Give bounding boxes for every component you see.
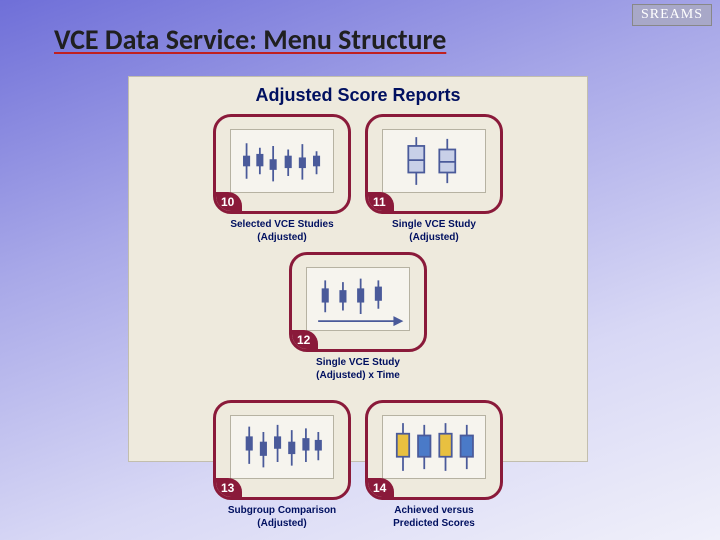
- brand-badge: SREAMS: [632, 4, 712, 26]
- caption-line2: (Adjusted): [409, 232, 458, 243]
- badge-number: 11: [366, 192, 394, 213]
- card-10: 10 Selected VCE Studies (Adjusted): [213, 114, 351, 244]
- caption-line2: (Adjusted): [257, 518, 306, 529]
- panel-title: Adjusted Score Reports: [129, 77, 587, 110]
- badge-number: 13: [214, 478, 242, 499]
- caption-line1: Single VCE Study: [392, 219, 476, 230]
- caption-line1: Selected VCE Studies: [230, 219, 333, 230]
- report-panel: Adjusted Score Reports: [128, 76, 588, 462]
- caption-line2: (Adjusted): [257, 232, 306, 243]
- thumb-icon-selected-studies: [230, 129, 334, 193]
- caption-line1: Single VCE Study: [316, 357, 400, 368]
- card-caption: Single VCE Study (Adjusted): [365, 214, 503, 244]
- caption-line2: (Adjusted) x Time: [316, 370, 400, 381]
- thumb-icon-achieved-predicted: [382, 415, 486, 479]
- card-caption: Subgroup Comparison (Adjusted): [213, 500, 351, 530]
- thumb-frame[interactable]: 13: [213, 400, 351, 500]
- caption-line1: Achieved versus: [394, 505, 474, 516]
- thumb-icon-single-study: [382, 129, 486, 193]
- card-13: 13 Subgroup Comparison (Adjusted): [213, 400, 351, 530]
- card-caption: Achieved versus Predicted Scores: [365, 500, 503, 530]
- card-12: 12 Single VCE Study (Adjusted) x Time: [289, 252, 427, 382]
- badge-number: 12: [290, 330, 318, 351]
- card-caption: Single VCE Study (Adjusted) x Time: [289, 352, 427, 382]
- thumb-frame[interactable]: 12: [289, 252, 427, 352]
- thumb-icon-time-series: [306, 267, 410, 331]
- card-14: 14 Achieved versus Predicted Scores: [365, 400, 503, 530]
- thumb-frame[interactable]: 10: [213, 114, 351, 214]
- card-11: 11 Single VCE Study (Adjusted): [365, 114, 503, 244]
- badge-number: 14: [366, 478, 394, 499]
- card-caption: Selected VCE Studies (Adjusted): [213, 214, 351, 244]
- thumb-frame[interactable]: 14: [365, 400, 503, 500]
- badge-number: 10: [214, 192, 242, 213]
- thumb-frame[interactable]: 11: [365, 114, 503, 214]
- cards-row-2: 13 Subgroup Comparison (Adjusted): [129, 396, 587, 534]
- cards-row-1: 10 Selected VCE Studies (Adjusted): [129, 110, 587, 386]
- caption-line2: Predicted Scores: [393, 518, 475, 529]
- thumb-icon-subgroup: [230, 415, 334, 479]
- caption-line1: Subgroup Comparison: [228, 505, 336, 516]
- slide-title: VCE Data Service: Menu Structure: [54, 22, 446, 57]
